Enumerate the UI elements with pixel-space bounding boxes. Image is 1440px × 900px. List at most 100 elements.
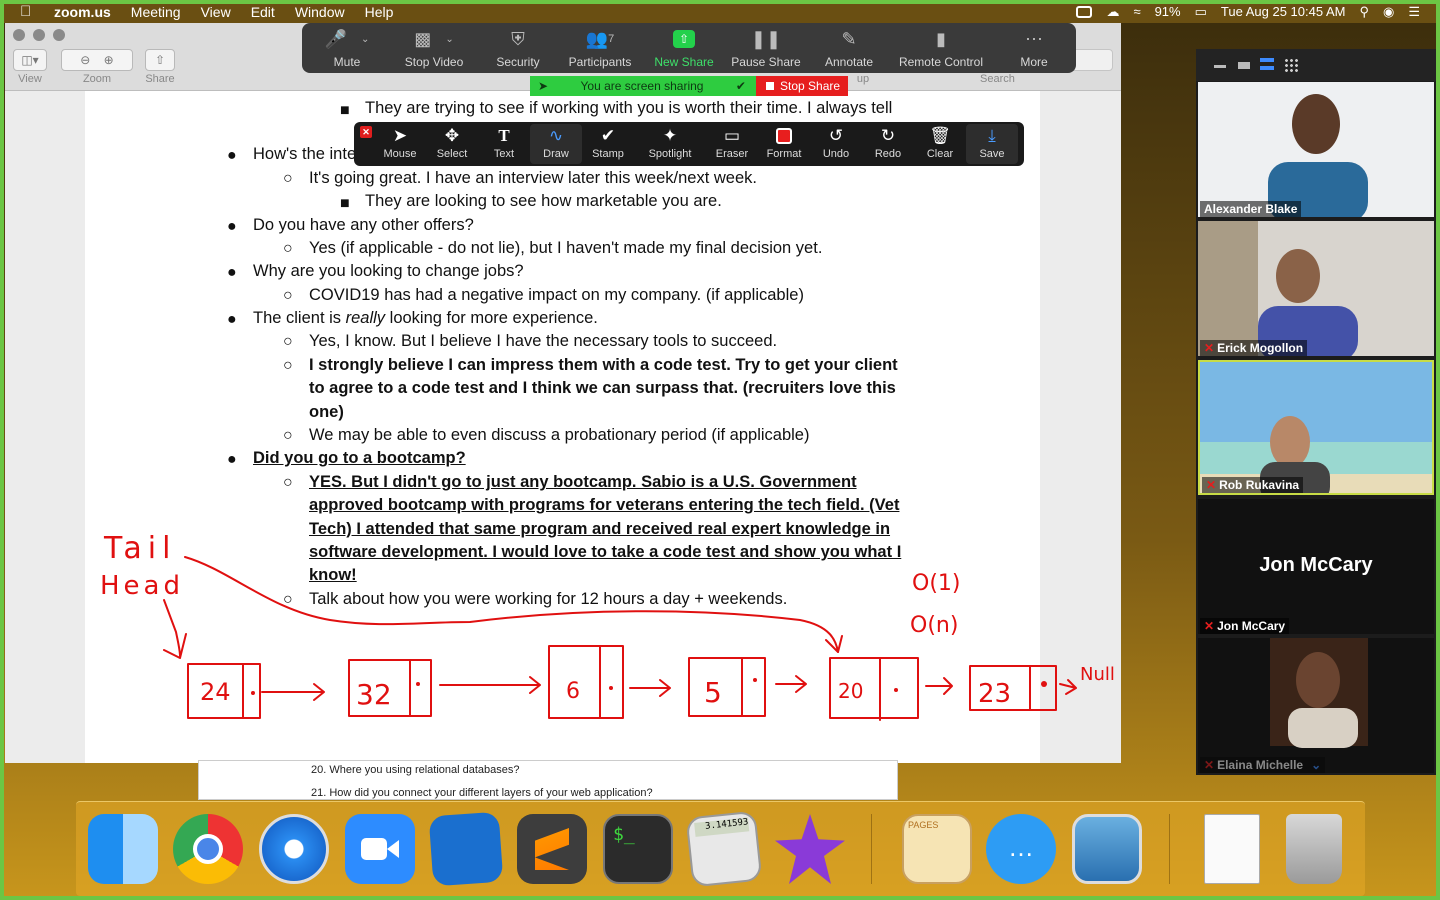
gallery-view-icon[interactable]	[1284, 58, 1298, 72]
close-annotation-icon[interactable]: ✕	[360, 126, 372, 138]
minimize-video-icon[interactable]	[1214, 58, 1226, 68]
xcode-icon[interactable]	[428, 811, 504, 887]
clock[interactable]: Tue Aug 25 10:45 AM	[1221, 4, 1346, 19]
participant-name-text: Rob Rukavina	[1219, 478, 1300, 492]
mute-label: Mute	[333, 55, 361, 69]
muted-microphone-icon: ✕	[1204, 341, 1215, 355]
tool-save[interactable]: ⤓ Save	[966, 124, 1018, 164]
screen-share-status-icon[interactable]	[1076, 5, 1093, 18]
annotate-button[interactable]: ✎ Annotate	[816, 23, 882, 73]
active-speaker-view-icon[interactable]	[1238, 62, 1250, 69]
safari-icon[interactable]	[259, 814, 329, 884]
sublime-text-icon[interactable]	[517, 814, 587, 884]
zoom-out-icon[interactable]: ⊖	[80, 53, 90, 67]
wifi-icon[interactable]: ≈	[1133, 4, 1140, 19]
doc-line: 20. Where you using relational databases…	[311, 764, 520, 776]
bullet-circle: ○	[283, 427, 293, 444]
muted-microphone-icon: ✕	[1204, 619, 1215, 633]
calculator-icon[interactable]: 3.141593	[685, 810, 763, 888]
close-window-button[interactable]	[13, 29, 25, 41]
app-menu[interactable]: zoom.us	[54, 4, 111, 20]
chrome-icon[interactable]	[173, 814, 243, 884]
zoom-buttons[interactable]: ⊖ ⊕	[61, 49, 133, 71]
tool-undo[interactable]: ↺ Undo	[810, 124, 862, 164]
user-avatar-icon[interactable]: ◉	[1383, 4, 1394, 20]
menu-window[interactable]: Window	[295, 4, 345, 20]
participant-video-tile-active[interactable]: ✕ Rob Rukavina	[1198, 360, 1434, 495]
drag-handle-icon[interactable]: ➤	[538, 79, 548, 93]
participant-video-tile[interactable]: Jon McCary ✕ Jon McCary	[1198, 499, 1434, 634]
pause-share-button[interactable]: ❚❚ Pause Share	[728, 23, 804, 73]
cursor-arrow-icon: ➤	[392, 126, 408, 145]
screen-sharing-indicator[interactable]: ➤ You are screen sharing ✔	[530, 76, 756, 96]
notification-center-icon[interactable]: ☰	[1408, 4, 1420, 20]
stop-icon	[766, 82, 774, 90]
share-button[interactable]: ⇧	[145, 49, 175, 71]
preview-icon[interactable]	[1072, 814, 1142, 884]
battery-percent[interactable]: 91%	[1155, 4, 1181, 19]
squiggle-icon: ∿	[548, 126, 564, 145]
mute-button[interactable]: 🎤 ⌄ Mute	[312, 23, 382, 73]
tool-label: Spotlight	[648, 148, 692, 160]
chrome-center	[193, 834, 223, 864]
doc-line: to agree to a code test and I think we c…	[309, 379, 896, 397]
download-icon: ⤓	[988, 126, 996, 145]
apple-menu-icon[interactable]: 	[20, 3, 36, 20]
background-document-page: 20. Where you using relational databases…	[198, 760, 898, 800]
terminal-icon[interactable]: $_	[603, 814, 673, 884]
imovie-star	[775, 814, 845, 884]
chevron-down-icon[interactable]: ⌄	[1311, 758, 1321, 772]
participant-video-tile[interactable]: Alexander Blake	[1198, 82, 1434, 217]
tool-eraser[interactable]: ▭ Eraser	[706, 124, 758, 164]
tool-text[interactable]: T Text	[478, 124, 530, 164]
menu-meeting[interactable]: Meeting	[131, 4, 181, 20]
chevron-down-icon[interactable]: ⌄	[361, 34, 369, 45]
participant-name: ✕ Jon McCary	[1200, 618, 1290, 634]
security-button[interactable]: ⛨ Security	[488, 23, 548, 73]
spotlight-search-icon[interactable]: ⚲	[1359, 4, 1369, 20]
minimize-window-button[interactable]	[33, 29, 45, 41]
cloud-icon[interactable]: ☁	[1106, 4, 1119, 20]
trash-icon[interactable]	[1286, 814, 1342, 884]
stop-share-label: Stop Share	[780, 79, 841, 93]
more-button[interactable]: ⋯ More	[1004, 23, 1064, 73]
tool-label: Stamp	[592, 148, 624, 160]
tool-stamp[interactable]: ✔ Stamp	[582, 124, 634, 164]
messages-icon[interactable]: …	[986, 814, 1056, 884]
remote-control-button[interactable]: ▮ Remote Control	[894, 23, 988, 73]
zoom-icon[interactable]	[345, 814, 415, 884]
view-label: View	[18, 73, 42, 85]
participant-name: ✕ Erick Mogollon	[1200, 340, 1308, 356]
stop-share-button[interactable]: Stop Share	[756, 76, 848, 96]
zoom-window-button[interactable]	[53, 29, 65, 41]
tool-redo[interactable]: ↻ Redo	[862, 124, 914, 164]
finder-icon[interactable]	[88, 814, 158, 884]
tool-clear[interactable]: 🗑 Clear	[914, 124, 966, 164]
doc-line: Did you go to a bootcamp?	[253, 449, 466, 467]
participants-button[interactable]: 👥 7 Participants	[560, 23, 640, 73]
menu-help[interactable]: Help	[365, 4, 394, 20]
zoom-in-icon[interactable]: ⊕	[104, 53, 114, 67]
tool-spotlight[interactable]: ✦ Spotlight	[644, 124, 696, 164]
tool-draw[interactable]: ∿ Draw	[530, 124, 582, 164]
menu-edit[interactable]: Edit	[251, 4, 275, 20]
textedit-document-icon[interactable]	[1204, 814, 1260, 884]
imovie-icon[interactable]	[775, 814, 845, 884]
pages-icon[interactable]: PAGES	[902, 814, 972, 884]
menu-view[interactable]: View	[201, 4, 231, 20]
strip-view-icon[interactable]	[1260, 58, 1274, 70]
participant-name-placeholder: Jon McCary	[1259, 554, 1373, 576]
view-button[interactable]: ◫▾	[13, 49, 47, 71]
tool-select[interactable]: ✥ Select	[426, 124, 478, 164]
new-share-button[interactable]: ⇧ New Share	[646, 23, 722, 73]
participant-name: Alexander Blake	[1200, 201, 1302, 217]
stop-video-button[interactable]: ▩ ⌄ Stop Video	[394, 23, 474, 73]
participant-video-tile[interactable]: ✕ Elaina Michelle ⌄	[1198, 638, 1434, 773]
chevron-down-icon[interactable]: ⌄	[445, 34, 453, 45]
screen-sharing-banner: ➤ You are screen sharing ✔ Stop Share	[530, 76, 848, 96]
tool-mouse[interactable]: ➤ Mouse	[374, 124, 426, 164]
participant-video-tile[interactable]: ✕ Erick Mogollon	[1198, 221, 1434, 356]
zoom-camera-lens	[387, 840, 399, 858]
tool-label: Save	[979, 148, 1005, 160]
tool-format[interactable]: Format	[758, 124, 810, 164]
